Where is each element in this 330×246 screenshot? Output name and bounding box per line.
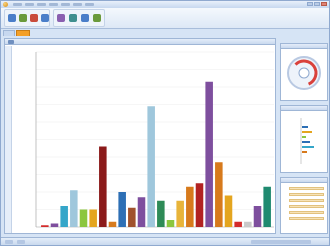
bar[interactable] (70, 190, 78, 227)
bar[interactable] (137, 197, 146, 227)
mini-bar (302, 126, 308, 128)
bar[interactable] (263, 186, 271, 227)
toolbar-icon (57, 14, 65, 22)
bar[interactable] (99, 146, 107, 228)
menu-item[interactable] (25, 3, 34, 6)
list-item[interactable] (289, 217, 324, 220)
toolbar-button-5[interactable] (57, 14, 65, 22)
toolbar-icon (8, 14, 16, 22)
toolbar-icon (19, 14, 27, 22)
bar[interactable] (41, 225, 49, 227)
chart-icon (8, 40, 14, 44)
bar-chart (35, 51, 274, 228)
list-pane-header (281, 178, 327, 183)
list-item[interactable] (289, 199, 324, 202)
toolbar-button-7[interactable] (81, 14, 89, 22)
document-tabs (3, 30, 30, 36)
bar[interactable] (50, 223, 59, 228)
tab-document-1[interactable] (3, 30, 15, 36)
app-window (0, 0, 330, 246)
toolbar-button-2[interactable] (19, 14, 27, 22)
bar[interactable] (166, 220, 175, 227)
zoom-slider[interactable] (251, 240, 311, 244)
status-indicator (5, 240, 13, 244)
mini-chart-pane (280, 105, 328, 173)
chart-panel (4, 38, 276, 234)
toolbar-button-3[interactable] (30, 14, 38, 22)
mini-bar (302, 146, 314, 148)
chart-panel-header (5, 39, 275, 45)
bar[interactable] (224, 195, 233, 228)
bar[interactable] (234, 221, 242, 227)
bar[interactable] (118, 192, 126, 227)
menu-item[interactable] (37, 3, 46, 6)
ribbon-group-1 (4, 9, 50, 27)
list-item[interactable] (289, 211, 324, 214)
ribbon-toolbar (1, 8, 329, 29)
close-button[interactable] (321, 2, 327, 6)
gauge-pane (280, 43, 328, 101)
mini-bar (302, 151, 307, 153)
bar[interactable] (128, 207, 136, 227)
app-menu-orb-icon[interactable] (3, 2, 8, 7)
bar[interactable] (195, 183, 204, 227)
toolbar-icon (41, 14, 49, 22)
chart-panel-sidebar (5, 46, 12, 233)
toolbar-icon (81, 14, 89, 22)
list-item[interactable] (289, 205, 324, 208)
tab-document-2[interactable] (16, 30, 30, 36)
toolbar-icon (69, 14, 77, 22)
bar[interactable] (176, 200, 184, 227)
chart-bars (41, 81, 271, 228)
bar[interactable] (253, 206, 262, 227)
gauge-chart (287, 56, 321, 90)
list-item[interactable] (289, 187, 324, 190)
menu-item[interactable] (49, 3, 58, 6)
bar[interactable] (205, 81, 213, 227)
bar[interactable] (157, 200, 165, 227)
bar[interactable] (244, 221, 252, 227)
toolbar-button-8[interactable] (93, 14, 101, 22)
bar[interactable] (147, 106, 155, 227)
mini-bar (302, 141, 310, 143)
bar[interactable] (60, 206, 68, 227)
bar[interactable] (79, 209, 88, 228)
status-indicator (17, 240, 25, 244)
toolbar-icon (30, 14, 38, 22)
toolbar-icon (93, 14, 101, 22)
mini-bar (302, 136, 306, 138)
bar[interactable] (89, 209, 97, 228)
bar[interactable] (215, 162, 223, 227)
maximize-button[interactable] (314, 2, 320, 6)
window-controls (307, 2, 327, 6)
bar[interactable] (186, 186, 194, 227)
status-bar (1, 237, 329, 245)
mini-chart-pane-header (281, 106, 327, 111)
list-item[interactable] (289, 193, 324, 196)
bar[interactable] (108, 221, 117, 227)
list-pane (280, 177, 328, 234)
toolbar-button-1[interactable] (8, 14, 16, 22)
mini-bar (302, 131, 312, 133)
menu-item[interactable] (85, 3, 94, 6)
chart-gridlines (36, 51, 274, 210)
menu-item[interactable] (73, 3, 82, 6)
gauge-hub (298, 67, 310, 79)
minimize-button[interactable] (307, 2, 313, 6)
toolbar-button-4[interactable] (41, 14, 49, 22)
mini-chart (300, 118, 314, 164)
gauge-pane-header (281, 44, 327, 49)
menu-item[interactable] (13, 3, 22, 6)
menu-strip (13, 2, 97, 7)
toolbar-button-6[interactable] (69, 14, 77, 22)
menu-item[interactable] (61, 3, 70, 6)
title-bar (1, 1, 329, 8)
ribbon-group-2 (53, 9, 105, 27)
